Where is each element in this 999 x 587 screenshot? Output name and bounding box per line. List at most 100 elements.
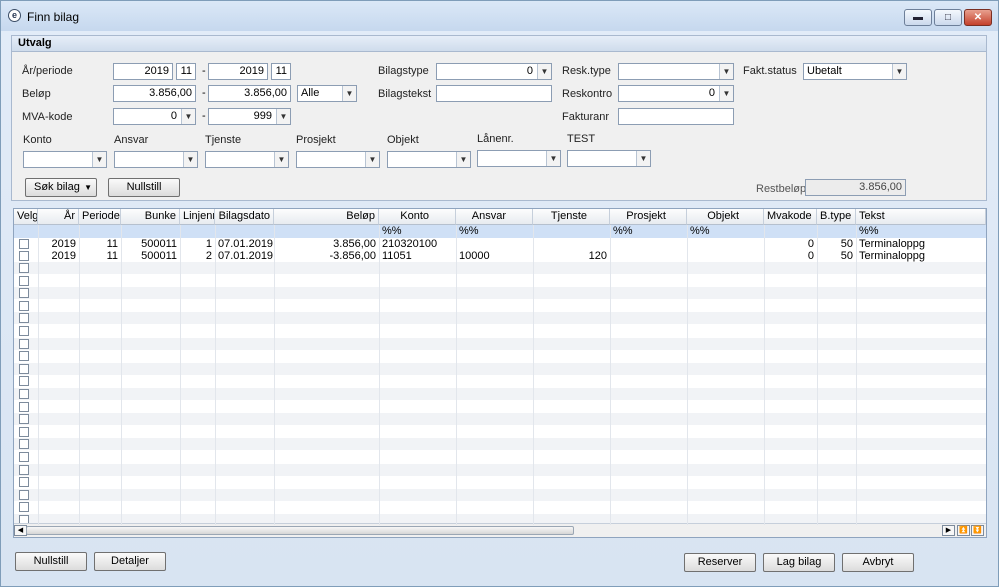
filter-prosjekt[interactable]: %% [610,225,633,238]
chevron-down-icon[interactable]: ▼ [342,86,356,101]
empty-table-row[interactable] [14,312,986,325]
voucher-grid[interactable]: Velg År Periode Bunke Linjenr Bilagsdato… [13,208,987,538]
reset-filter-button[interactable]: Nullstill [108,178,180,197]
select-checkbox[interactable] [19,251,29,261]
select-checkbox[interactable] [19,313,29,324]
amount-to-input[interactable]: 3.856,00 [208,85,291,102]
empty-table-row[interactable] [14,501,986,513]
col-line[interactable]: Linjenr [180,209,215,225]
dim-ansvar-select[interactable]: ▼ [114,151,198,168]
dim-tjenste-select[interactable]: ▼ [205,151,289,168]
select-checkbox[interactable] [19,363,29,374]
filter-account[interactable]: %% [379,225,402,238]
select-checkbox[interactable] [19,502,29,513]
col-tjeneste[interactable]: Tjenste [533,209,610,225]
select-checkbox[interactable] [19,288,29,299]
select-checkbox[interactable] [19,426,29,437]
empty-table-row[interactable] [14,438,986,451]
dim-lanenr-select[interactable]: ▼ [477,150,561,167]
details-button[interactable]: Detaljer [94,552,166,571]
dim-prosjekt-select[interactable]: ▼ [296,151,380,168]
filter-row[interactable] [14,225,986,238]
period-to-input[interactable]: 11 [271,63,291,80]
select-checkbox[interactable] [19,326,29,336]
select-checkbox[interactable] [19,401,29,412]
empty-table-row[interactable] [14,337,986,350]
reskontro-select[interactable]: 0 ▼ [618,85,734,102]
voucher-text-input[interactable] [436,85,552,102]
invoice-status-select[interactable]: Ubetalt ▼ [803,63,907,80]
select-checkbox[interactable] [19,338,29,349]
col-objekt[interactable]: Objekt [687,209,764,225]
col-account[interactable]: Konto [379,209,456,225]
select-checkbox[interactable] [19,263,29,273]
period-from-input[interactable]: 11 [176,63,196,80]
select-checkbox[interactable] [19,239,29,249]
maximize-button[interactable]: □ [934,9,962,26]
title-bar[interactable]: e Finn bilag ▬ □ ✕ [1,1,998,31]
amount-from-input[interactable]: 3.856,00 [113,85,196,102]
dim-objekt-select[interactable]: ▼ [387,151,471,168]
create-voucher-button[interactable]: Lag bilag [763,553,835,572]
search-voucher-button[interactable]: Søk bilag ▼ [25,178,97,197]
horizontal-scrollbar[interactable]: ◀ ▶ ⏫ ⏬ [14,523,986,537]
empty-table-row[interactable] [14,287,986,300]
col-date[interactable]: Bilagsdato [215,209,274,225]
dim-konto-select[interactable]: ▼ [23,151,107,168]
empty-table-row[interactable] [14,362,986,375]
scroll-bottom-icon[interactable]: ⏬ [971,525,984,536]
empty-table-row[interactable] [14,262,986,274]
scroll-thumb[interactable] [26,526,574,535]
empty-table-row[interactable] [14,488,986,501]
select-checkbox[interactable] [19,300,29,311]
voucher-type-select[interactable]: 0 ▼ [436,63,552,80]
col-velg[interactable]: Velg [14,209,38,225]
select-checkbox[interactable] [19,452,29,462]
minimize-button[interactable]: ▬ [904,9,932,26]
filter-objekt[interactable]: %% [687,225,710,238]
chevron-down-icon[interactable]: ▼ [537,64,551,79]
col-ansvar[interactable]: Ansvar [456,209,533,225]
col-btype[interactable]: B.type [817,209,856,225]
col-text[interactable]: Tekst [856,209,986,225]
table-row[interactable]: 2019 11 500011 1 07.01.2019 3.856,00 210… [14,238,986,250]
resk-type-select[interactable]: ▼ [618,63,734,80]
year-from-input[interactable]: 2019 [113,63,173,80]
empty-table-row[interactable] [14,300,986,312]
select-checkbox[interactable] [19,389,29,399]
col-period[interactable]: Periode [79,209,121,225]
footer-reset-button[interactable]: Nullstill [15,552,87,571]
table-row[interactable]: 2019 11 500011 2 07.01.2019 -3.856,00 11… [14,250,986,262]
select-checkbox[interactable] [19,275,29,286]
col-batch[interactable]: Bunke [121,209,180,225]
filter-ansvar[interactable]: %% [456,225,479,238]
col-amount[interactable]: Beløp [274,209,379,225]
chevron-down-icon[interactable]: ▼ [636,151,650,166]
scroll-top-icon[interactable]: ⏫ [957,525,970,536]
select-checkbox[interactable] [19,464,29,475]
empty-table-row[interactable] [14,413,986,426]
chevron-down-icon[interactable]: ▼ [276,109,290,124]
close-button[interactable]: ✕ [964,9,992,26]
empty-table-row[interactable] [14,388,986,400]
reserve-button[interactable]: Reserver [684,553,756,572]
chevron-down-icon[interactable]: ▼ [365,152,379,167]
empty-table-row[interactable] [14,401,986,413]
empty-table-row[interactable] [14,375,986,387]
chevron-down-icon[interactable]: ▼ [546,151,560,166]
chevron-down-icon[interactable]: ▼ [719,86,733,101]
empty-table-row[interactable] [14,463,986,476]
col-year[interactable]: År [38,209,79,225]
col-mvakode[interactable]: Mvakode [764,209,817,225]
empty-table-row[interactable] [14,451,986,463]
empty-table-row[interactable] [14,350,986,362]
chevron-down-icon[interactable]: ▼ [181,109,195,124]
select-checkbox[interactable] [19,477,29,488]
chevron-down-icon[interactable]: ▼ [274,152,288,167]
year-to-input[interactable]: 2019 [208,63,268,80]
scroll-right-icon[interactable]: ▶ [942,525,955,536]
chevron-down-icon[interactable]: ▼ [183,152,197,167]
empty-table-row[interactable] [14,476,986,488]
filter-text[interactable]: %% [856,225,879,238]
vat-to-select[interactable]: 999 ▼ [208,108,291,125]
